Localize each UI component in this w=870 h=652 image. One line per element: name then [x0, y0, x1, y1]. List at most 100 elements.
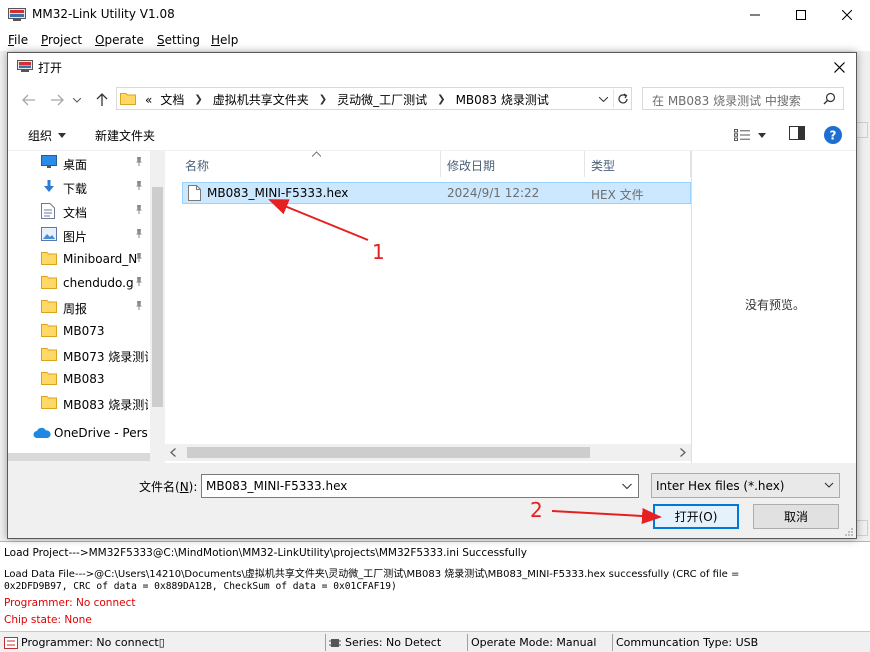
- status-communication: Communcation Type: USB: [616, 636, 759, 649]
- file-name: MB083_MINI-F5333.hex: [207, 186, 349, 200]
- log-line: 0x2DFD9B97, CRC of data = 0x889DA12B, Ch…: [4, 581, 397, 592]
- chevron-down-icon: [598, 96, 608, 102]
- scroll-right-icon[interactable]: [680, 448, 686, 457]
- arrow-right-icon: [51, 94, 64, 106]
- menu-file[interactable]: File: [8, 33, 28, 47]
- breadcrumb-item[interactable]: 灵动微_工厂测试: [333, 91, 431, 108]
- pin-icon: [134, 180, 144, 190]
- nav-scrollbar[interactable]: [150, 151, 165, 461]
- address-dropdown-button[interactable]: [595, 91, 611, 107]
- refresh-button[interactable]: [613, 89, 631, 108]
- nav-item[interactable]: 下载: [8, 175, 150, 199]
- help-button[interactable]: ?: [823, 125, 843, 145]
- menu-bar: File Project Operate Setting Help: [0, 30, 870, 51]
- organize-button[interactable]: 组织: [28, 127, 67, 144]
- log-line-error: Programmer: No connect: [4, 597, 136, 609]
- desktop-icon: [41, 155, 57, 169]
- file-type-filter-select[interactable]: Inter Hex files (*.hex): [651, 473, 840, 498]
- close-window-button[interactable]: [824, 0, 870, 30]
- search-input[interactable]: 在 MB083 烧录测试 中搜索: [642, 87, 844, 110]
- nav-item[interactable]: MB083: [8, 367, 150, 391]
- breadcrumb-item[interactable]: 虚拟机共享文件夹: [209, 91, 313, 108]
- column-divider[interactable]: [440, 151, 441, 177]
- pin-icon: [134, 276, 144, 286]
- preview-pane: 没有预览。: [691, 151, 856, 463]
- nav-scrollbar-thumb[interactable]: [152, 187, 163, 407]
- log-line: Load Project--->MM32F5333@C:\MindMotion\…: [4, 547, 527, 559]
- menu-project[interactable]: Project: [41, 33, 82, 47]
- address-bar[interactable]: « 文档 ❯ 虚拟机共享文件夹 ❯ 灵动微_工厂测试 ❯ MB083 烧录测试: [116, 87, 632, 110]
- workspace-scroll-down[interactable]: [856, 520, 868, 536]
- nav-item-label: MB073 烧录测试: [63, 350, 148, 364]
- chevron-down-icon: [622, 483, 632, 490]
- nav-item[interactable]: 桌面: [8, 151, 150, 175]
- breadcrumb-overflow[interactable]: «: [141, 93, 156, 107]
- nav-item[interactable]: Miniboard_N: [8, 247, 150, 271]
- resize-grip-icon[interactable]: [844, 527, 854, 537]
- new-folder-button[interactable]: 新建文件夹: [95, 127, 155, 144]
- up-button[interactable]: [91, 90, 113, 110]
- main-titlebar: MM32-Link Utility V1.08: [0, 0, 870, 30]
- maximize-button[interactable]: [778, 0, 824, 30]
- breadcrumb-item[interactable]: 文档: [156, 91, 188, 108]
- status-bar: Programmer: No connect▯ Series: No Detec…: [0, 631, 870, 652]
- search-icon[interactable]: [823, 92, 836, 105]
- chevron-right-icon[interactable]: ❯: [431, 94, 451, 105]
- chevron-right-icon[interactable]: ❯: [313, 94, 333, 105]
- navigation-row: « 文档 ❯ 虚拟机共享文件夹 ❯ 灵动微_工厂测试 ❯ MB083 烧录测试 …: [8, 81, 856, 119]
- minimize-button[interactable]: [732, 0, 778, 30]
- folder-icon: [41, 371, 57, 385]
- nav-item-label: MB083 烧录测试: [63, 398, 148, 412]
- chevron-right-icon[interactable]: ❯: [188, 94, 208, 105]
- open-button[interactable]: 打开(O): [653, 504, 739, 529]
- scroll-left-icon[interactable]: [170, 448, 176, 457]
- nav-item[interactable]: MB073 烧录测试: [8, 343, 150, 367]
- column-header-date[interactable]: 修改日期: [447, 153, 495, 177]
- pin-icon: [134, 204, 144, 214]
- menu-help[interactable]: Help: [211, 33, 238, 47]
- menu-operate[interactable]: Operate: [95, 33, 144, 47]
- column-divider[interactable]: [584, 151, 585, 177]
- status-series: Series: No Detect: [329, 634, 441, 651]
- caret-down-icon: [58, 133, 67, 138]
- navigation-pane: 桌面 下载 文档 图片 Miniboard_N chendudo.g 周报 MB073 MB07…: [8, 151, 165, 461]
- back-button[interactable]: [18, 90, 40, 110]
- hscrollbar-thumb[interactable]: [187, 447, 590, 458]
- dialog-close-button[interactable]: [828, 57, 850, 77]
- filename-input[interactable]: MB083_MINI-F5333.hex: [201, 474, 639, 498]
- breadcrumb: « 文档 ❯ 虚拟机共享文件夹 ❯ 灵动微_工厂测试 ❯ MB083 烧录测试: [141, 91, 553, 108]
- column-header-type[interactable]: 类型: [591, 153, 615, 177]
- nav-partial-item: [8, 453, 150, 461]
- file-row-selected[interactable]: MB083_MINI-F5333.hex 2024/9/1 12:22 HEX …: [182, 182, 691, 204]
- nav-item[interactable]: 图片: [8, 223, 150, 247]
- breadcrumb-item[interactable]: MB083 烧录测试: [452, 91, 553, 108]
- nav-item-label: OneDrive - Perso: [54, 426, 148, 440]
- nav-item-onedrive[interactable]: OneDrive - Perso: [8, 421, 150, 445]
- nav-item[interactable]: chendudo.g: [8, 271, 150, 295]
- no-preview-text: 没有预览。: [745, 298, 806, 312]
- status-series-text: Series: No Detect: [345, 636, 442, 649]
- nav-item[interactable]: 周报: [8, 295, 150, 319]
- file-list-pane: 名称 修改日期 类型 MB083_MINI-F5333.hex 2024/9/1…: [165, 151, 691, 463]
- dialog-toolbar: 组织 新建文件夹 ?: [8, 119, 856, 151]
- file-list-hscrollbar[interactable]: [165, 444, 691, 461]
- document-icon: [41, 203, 55, 219]
- menu-setting[interactable]: Setting: [157, 33, 200, 47]
- workspace-scroll-up[interactable]: [856, 122, 868, 138]
- nav-item[interactable]: MB083 烧录测试: [8, 391, 150, 415]
- caret-down-icon: [758, 132, 766, 138]
- forward-button[interactable]: [46, 90, 68, 110]
- nav-item-label: MB073: [63, 324, 105, 338]
- nav-item[interactable]: 文档: [8, 199, 150, 223]
- nav-item[interactable]: MB073: [8, 319, 150, 343]
- log-line: Load Data File--->@C:\Users\14210\Docume…: [4, 569, 740, 580]
- preview-pane-button[interactable]: [789, 126, 807, 144]
- refresh-icon: [617, 92, 628, 103]
- column-header-name[interactable]: 名称: [185, 153, 209, 177]
- status-programmer-text: Programmer: No connect▯: [21, 636, 165, 649]
- cancel-button[interactable]: 取消: [753, 504, 839, 529]
- change-view-button[interactable]: [734, 126, 774, 144]
- filename-dropdown-button[interactable]: [621, 479, 633, 493]
- filename-label: 文件名(N):: [139, 480, 198, 494]
- recent-locations-button[interactable]: [70, 90, 84, 110]
